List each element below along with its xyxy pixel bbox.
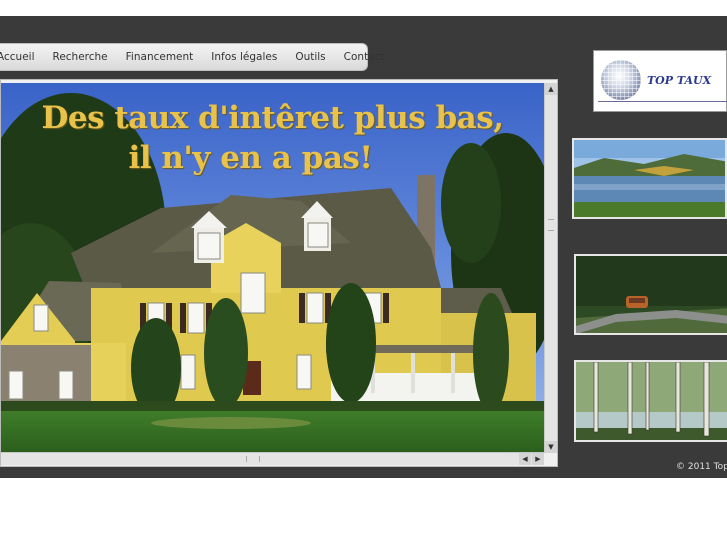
nav-item-outils[interactable]: Outils [286,51,334,63]
nav-item-accueil[interactable]: Accueil [0,51,44,63]
hero-headline-line2: il n'y en a pas! [128,140,373,176]
country-road-car-photo [576,256,727,333]
horizontal-scrollbar[interactable]: ◀ ▶ [1,452,544,465]
scroll-grip-horizontal-icon[interactable] [246,456,260,462]
thumbnail-lake[interactable] [572,138,727,219]
scroll-up-icon[interactable]: ▲ [545,83,557,95]
hero-viewer: Des taux d'intêret plus bas, il n'y en a… [0,79,558,467]
lake-landscape-photo [574,140,725,217]
logo-rule [598,101,727,102]
nav-item-financement[interactable]: Financement [117,51,203,63]
nav-item-infos-legales[interactable]: Infos légales [202,51,286,63]
birch-trees-river-photo [576,362,727,440]
top-taux-logo[interactable]: TOP TAUX [593,50,727,112]
hero-headline-line1: Des taux d'intêret plus bas, [41,100,504,136]
page: Accueil Recherche Financement Infos léga… [0,0,727,545]
house-illustration [1,83,544,453]
logo-brand-text: TOP TAUX [647,74,712,87]
thumbnail-road[interactable] [574,254,727,335]
scroll-left-icon[interactable]: ◀ [519,453,531,465]
nav-item-contact[interactable]: Contact [335,51,394,63]
copyright-text: © 2011 Top [676,462,727,472]
scroll-down-icon[interactable]: ▼ [545,441,557,453]
scroll-right-icon[interactable]: ▶ [532,453,544,465]
vertical-scrollbar[interactable]: ▲ ▼ [544,83,557,453]
globe-icon [601,60,641,100]
scroll-grip-icon[interactable] [548,219,554,231]
house-photo: Des taux d'intêret plus bas, il n'y en a… [1,83,544,453]
nav-item-recherche[interactable]: Recherche [44,51,117,63]
thumbnail-birch[interactable] [574,360,727,442]
main-nav: Accueil Recherche Financement Infos léga… [0,43,385,71]
